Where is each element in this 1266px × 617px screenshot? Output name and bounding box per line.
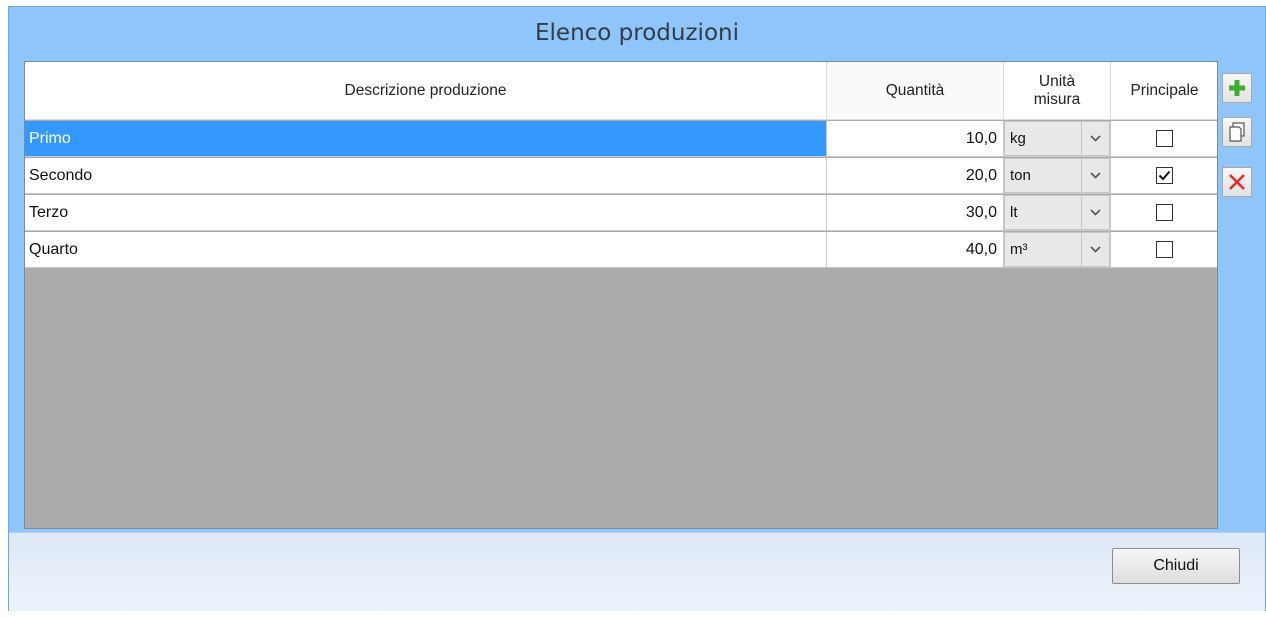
delete-row-button[interactable] [1222,167,1252,197]
main-checkbox[interactable] [1156,241,1173,258]
main-checkbox[interactable] [1156,204,1173,221]
row-quantity[interactable]: 30,0 [827,195,1004,231]
row-unit-select[interactable]: ton [1004,158,1111,194]
add-row-button[interactable] [1222,73,1252,103]
copy-icon [1229,122,1245,142]
table-row[interactable]: Terzo 30,0 lt [25,195,1217,231]
row-unit-select[interactable]: kg [1004,121,1111,157]
delete-icon [1229,174,1245,190]
chevron-down-icon[interactable] [1081,196,1109,229]
productions-grid[interactable]: Descrizione produzione Quantità Unità mi… [24,61,1218,529]
row-quantity[interactable]: 10,0 [827,121,1004,157]
chevron-down-icon[interactable] [1081,122,1109,155]
close-button[interactable]: Chiudi [1112,548,1240,584]
row-description[interactable]: Quarto [25,232,827,268]
row-description[interactable]: Secondo [25,158,827,194]
grid-header: Descrizione produzione Quantità Unità mi… [25,62,1217,120]
unit-value: lt [1010,204,1018,221]
checkmark-icon [1158,170,1171,181]
column-header-description[interactable]: Descrizione produzione [25,62,827,120]
row-quantity[interactable]: 20,0 [827,158,1004,194]
column-header-main[interactable]: Principale [1111,62,1217,120]
column-header-unit-line1: Unità [1038,72,1076,90]
table-row[interactable]: Quarto 40,0 m³ [25,232,1217,268]
column-header-unit[interactable]: Unità misura [1004,62,1111,120]
row-description[interactable]: Terzo [25,195,827,231]
row-unit-select[interactable]: m³ [1004,232,1111,268]
row-quantity[interactable]: 40,0 [827,232,1004,268]
chevron-down-icon[interactable] [1081,233,1109,266]
production-list-window: Elenco produzioni Descrizione produzione… [8,6,1266,611]
unit-value: kg [1010,130,1026,147]
unit-value: ton [1010,167,1031,184]
column-header-quantity[interactable]: Quantità [827,62,1004,120]
main-checkbox[interactable] [1156,167,1173,184]
table-row[interactable]: Primo 10,0 kg [25,121,1217,157]
plus-icon [1229,80,1245,96]
table-row[interactable]: Secondo 20,0 ton [25,158,1217,194]
dialog-footer: Chiudi [9,532,1265,611]
chevron-down-icon[interactable] [1081,159,1109,192]
column-header-unit-line2: misura [1033,90,1081,108]
unit-value: m³ [1010,241,1028,258]
window-title: Elenco produzioni [535,20,739,46]
row-unit-select[interactable]: lt [1004,195,1111,231]
row-description[interactable]: Primo [25,121,827,157]
copy-row-button[interactable] [1222,117,1252,147]
main-checkbox[interactable] [1156,130,1173,147]
